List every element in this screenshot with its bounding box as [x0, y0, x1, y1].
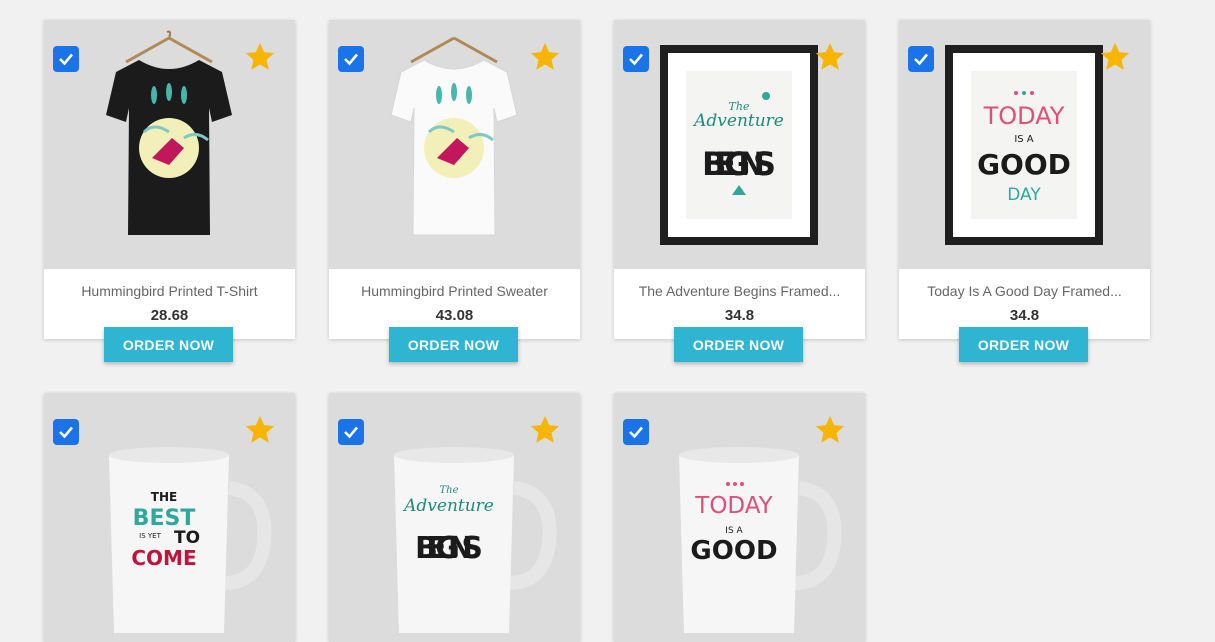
mug-text-adventure: Adventure	[402, 496, 494, 516]
favorite-star-icon[interactable]	[1098, 40, 1132, 74]
product-image[interactable]	[44, 20, 295, 269]
poster-text-begins: BEGINS	[702, 145, 776, 183]
product-card[interactable]: Hummingbird Printed T-Shirt 28.68 ORDER …	[44, 20, 295, 362]
product-card[interactable]: TODAY IS A GOOD DAY Today Is A Good Day …	[899, 20, 1150, 362]
product-image[interactable]: THE BEST IS YET TO COME	[44, 393, 295, 642]
favorite-star-icon[interactable]	[243, 40, 277, 74]
product-card[interactable]: The Adventure BEGINS The Adventure Begin…	[614, 20, 865, 362]
mug-text-isyet: IS YET	[139, 532, 161, 540]
product-image[interactable]	[329, 20, 580, 269]
favorite-star-icon[interactable]	[243, 413, 277, 447]
select-checkbox[interactable]	[908, 46, 934, 72]
order-now-button[interactable]: ORDER NOW	[104, 327, 233, 362]
mug-text-to: TO	[174, 528, 200, 548]
product-name[interactable]: The Adventure Begins Framed...	[614, 269, 865, 299]
mug-text-the: THE	[151, 490, 177, 504]
product-name[interactable]: Hummingbird Printed Sweater	[329, 269, 580, 299]
select-checkbox[interactable]	[623, 419, 649, 445]
favorite-star-icon[interactable]	[813, 40, 847, 74]
product-name[interactable]: Hummingbird Printed T-Shirt	[44, 269, 295, 299]
favorite-star-icon[interactable]	[528, 413, 562, 447]
favorite-star-icon[interactable]	[528, 40, 562, 74]
product-price: 43.08	[435, 307, 474, 324]
product-price: 34.8	[1009, 307, 1040, 324]
checkmark-icon	[629, 426, 643, 439]
product-name[interactable]: Today Is A Good Day Framed...	[899, 269, 1150, 299]
select-checkbox[interactable]	[338, 419, 364, 445]
poster-text-adventure: Adventure	[692, 111, 784, 131]
order-now-button[interactable]: ORDER NOW	[389, 327, 518, 362]
checkmark-icon	[344, 53, 358, 66]
select-checkbox[interactable]	[53, 46, 79, 72]
mug-text-isa: IS A	[725, 526, 743, 536]
select-checkbox[interactable]	[338, 46, 364, 72]
mug-text-today: TODAY	[694, 493, 773, 519]
checkmark-icon	[629, 53, 643, 66]
mug-text-come: COME	[131, 546, 196, 570]
product-price: 34.8	[724, 307, 755, 324]
favorite-star-icon[interactable]	[813, 413, 847, 447]
poster-text-today: TODAY	[983, 102, 1065, 130]
product-card[interactable]: The Adventure BEGINS	[329, 393, 580, 642]
poster-text-day: DAY	[1007, 185, 1041, 205]
order-now-button[interactable]: ORDER NOW	[959, 327, 1088, 362]
product-price: 28.68	[150, 307, 189, 324]
product-image[interactable]: TODAY IS A GOOD DAY	[899, 20, 1150, 269]
checkmark-icon	[344, 426, 358, 439]
poster-text-isa: IS A	[1014, 134, 1033, 145]
checkmark-icon	[59, 426, 73, 439]
select-checkbox[interactable]	[623, 46, 649, 72]
mug-text-the: The	[439, 485, 458, 496]
product-card[interactable]: Hummingbird Printed Sweater 43.08 ORDER …	[329, 20, 580, 362]
product-image[interactable]: The Adventure BEGINS	[329, 393, 580, 642]
product-card[interactable]: THE BEST IS YET TO COME	[44, 393, 295, 642]
product-card[interactable]: TODAY IS A GOOD	[614, 393, 865, 642]
product-image[interactable]: The Adventure BEGINS	[614, 20, 865, 269]
select-checkbox[interactable]	[53, 419, 79, 445]
mug-text-begins: BEGINS	[415, 531, 483, 566]
checkmark-icon	[59, 53, 73, 66]
order-now-button[interactable]: ORDER NOW	[674, 327, 803, 362]
poster-text-good: GOOD	[977, 148, 1071, 181]
checkmark-icon	[914, 53, 928, 66]
product-image[interactable]: TODAY IS A GOOD	[614, 393, 865, 642]
